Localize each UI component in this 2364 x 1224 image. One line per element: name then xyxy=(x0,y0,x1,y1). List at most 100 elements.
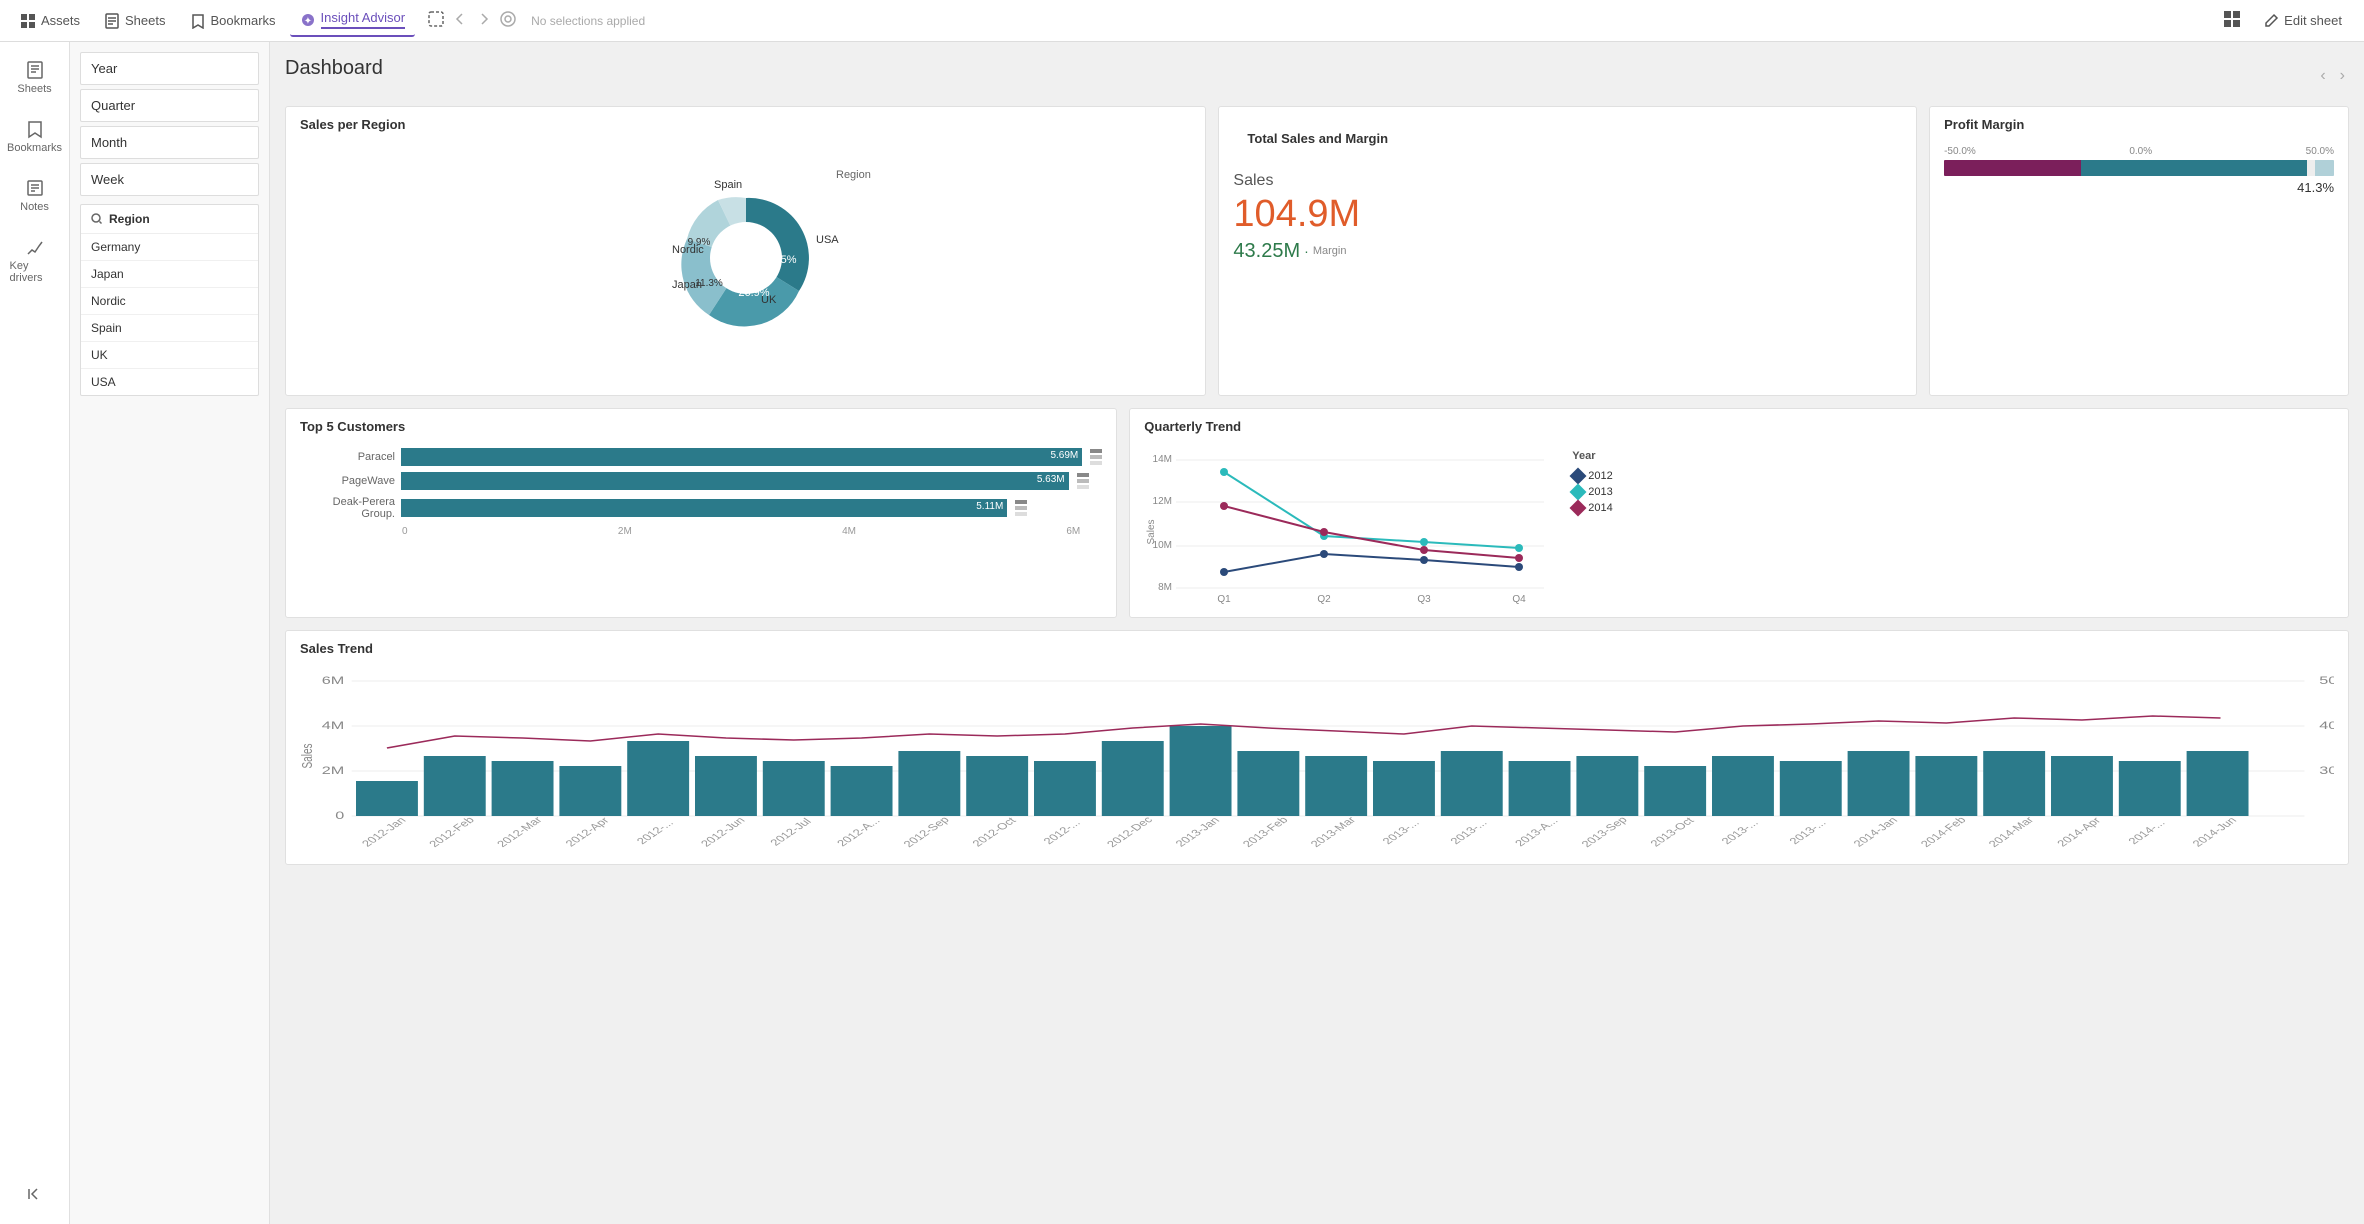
svg-text:Sales: Sales xyxy=(300,744,315,769)
filter-year[interactable]: Year xyxy=(80,52,259,85)
prev-sheet-button[interactable]: ‹ xyxy=(2316,63,2329,89)
svg-text:2M: 2M xyxy=(322,764,345,777)
profit-scale-right: 50.0% xyxy=(2306,146,2334,157)
customer-name-paracel: Paracel xyxy=(300,451,395,463)
svg-text:45.5%: 45.5% xyxy=(765,254,796,266)
customer-value-paracel: 5.69M xyxy=(1050,450,1078,461)
svg-text:Spain: Spain xyxy=(714,179,742,191)
sales-value: 104.9M xyxy=(1233,194,1902,236)
x-label-0: 0 xyxy=(402,526,408,537)
region-uk[interactable]: UK xyxy=(81,342,258,369)
svg-text:Q3: Q3 xyxy=(1418,594,1432,605)
legend-2013: 2013 xyxy=(1572,486,1612,498)
sales-per-region-title: Sales per Region xyxy=(286,107,1205,138)
filter-month[interactable]: Month xyxy=(80,126,259,159)
region-usa[interactable]: USA xyxy=(81,369,258,395)
bookmark-icon xyxy=(190,13,206,29)
content-area: Year Quarter Month Week Region Germany J… xyxy=(70,42,2364,1224)
nav-bookmarks-label: Bookmarks xyxy=(211,13,276,28)
svg-text:2014-...: 2014-... xyxy=(2126,818,2168,846)
svg-text:2013-Oct: 2013-Oct xyxy=(1648,815,1697,848)
svg-text:2013-...: 2013-... xyxy=(1448,818,1490,846)
selection-icon[interactable] xyxy=(427,10,445,31)
svg-text:2012-A...: 2012-A... xyxy=(835,816,883,849)
svg-text:2013-...: 2013-... xyxy=(1381,818,1423,846)
next-sheet-button[interactable]: › xyxy=(2336,63,2349,89)
lock-icon[interactable] xyxy=(499,10,517,31)
profit-bar-negative xyxy=(1944,160,2080,176)
svg-text:11.3%: 11.3% xyxy=(695,278,723,289)
customer-row-paracel: Paracel 5.69M xyxy=(300,448,1102,466)
time-filter-section: Year Quarter Month Week xyxy=(80,52,259,196)
region-germany[interactable]: Germany xyxy=(81,234,258,261)
no-selections-text: No selections applied xyxy=(531,14,645,28)
legend-2014: 2014 xyxy=(1572,502,1612,514)
svg-text:4M: 4M xyxy=(322,719,345,732)
svg-text:2012-Feb: 2012-Feb xyxy=(427,815,477,849)
svg-text:26.9%: 26.9% xyxy=(738,287,769,299)
quarterly-legend: Year 2012 2013 2014 xyxy=(1572,442,1612,607)
region-japan[interactable]: Japan xyxy=(81,261,258,288)
profit-bar-track xyxy=(1944,160,2334,176)
nav-sheets[interactable]: Sheets xyxy=(94,7,175,35)
svg-text:2012-Sep: 2012-Sep xyxy=(902,815,953,849)
svg-text:2012-...: 2012-... xyxy=(635,818,677,846)
forward-icon[interactable] xyxy=(475,10,493,31)
nav-insight-advisor[interactable]: ✦ Insight Advisor xyxy=(290,4,416,37)
customers-x-axis: 0 2M 4M 6M xyxy=(300,526,1102,537)
sidebar-sheets-label: Sheets xyxy=(17,83,51,95)
quarterly-trend-chart: 14M 12M 10M 8M Sales Q1 xyxy=(1144,442,1564,607)
sales-trend-title: Sales Trend xyxy=(286,631,2348,662)
region-filter-list: Region Germany Japan Nordic Spain UK USA xyxy=(80,204,259,396)
legend-2013-label: 2013 xyxy=(1588,486,1612,498)
sales-label: Sales xyxy=(1233,172,1902,190)
grid-view-button[interactable] xyxy=(2217,4,2247,37)
margin-value: 43.25M xyxy=(1233,240,1300,263)
no-selections-badge: No selections applied xyxy=(521,14,655,28)
profit-bar-highlight xyxy=(2315,160,2334,176)
filter-week[interactable]: Week xyxy=(80,163,259,196)
sidebar-item-key-drivers[interactable]: Key drivers xyxy=(5,229,65,292)
svg-text:8M: 8M xyxy=(1158,582,1172,593)
margin-value-row: 43.25M · Margin xyxy=(1233,240,1902,263)
svg-text:2013-Sep: 2013-Sep xyxy=(1580,815,1631,849)
nav-bookmarks[interactable]: Bookmarks xyxy=(180,7,286,35)
back-icon[interactable] xyxy=(451,10,469,31)
edit-sheet-button[interactable]: Edit sheet xyxy=(2251,7,2354,35)
sidebar-notes-label: Notes xyxy=(20,201,49,213)
svg-text:40: 40 xyxy=(2319,719,2334,732)
collapse-sidebar-button[interactable] xyxy=(18,1177,52,1214)
svg-text:Q2: Q2 xyxy=(1318,594,1332,605)
region-nordic[interactable]: Nordic xyxy=(81,288,258,315)
top-panels-row: Sales per Region Region xyxy=(285,106,2349,396)
customer-name-pagewave: PageWave xyxy=(300,475,395,487)
sidebar-item-notes[interactable]: Notes xyxy=(5,170,65,221)
nav-assets-label: Assets xyxy=(41,13,80,28)
middle-panels-row: Top 5 Customers Paracel 5.69M xyxy=(285,408,2349,618)
svg-text:2014-Feb: 2014-Feb xyxy=(1919,815,1969,849)
nav-assets[interactable]: Assets xyxy=(10,7,90,35)
legend-2012-label: 2012 xyxy=(1588,470,1612,482)
sidebar-item-sheets[interactable]: Sheets xyxy=(5,52,65,103)
region-spain[interactable]: Spain xyxy=(81,315,258,342)
profit-margin-panel: Profit Margin -50.0% 0.0% 50.0% 41.3% xyxy=(1929,106,2349,396)
svg-text:2013-Feb: 2013-Feb xyxy=(1241,815,1291,849)
nav-sheets-label: Sheets xyxy=(125,13,165,28)
svg-text:2012-...: 2012-... xyxy=(1042,818,1084,846)
filter-quarter[interactable]: Quarter xyxy=(80,89,259,122)
dashboard: Dashboard ‹ › Sales per Region Region xyxy=(270,42,2364,1224)
toolbar-icons xyxy=(427,10,517,31)
sidebar-item-bookmarks[interactable]: Bookmarks xyxy=(5,111,65,162)
svg-text:Sales: Sales xyxy=(1146,519,1157,544)
svg-text:2014-Apr: 2014-Apr xyxy=(2055,816,2104,849)
svg-text:Q4: Q4 xyxy=(1513,594,1527,605)
svg-text:30: 30 xyxy=(2319,764,2334,777)
nav-arrows: ‹ › xyxy=(2316,63,2349,89)
legend-year-title: Year xyxy=(1572,450,1612,462)
edit-sheet-label: Edit sheet xyxy=(2284,13,2342,28)
svg-text:2012-Mar: 2012-Mar xyxy=(495,815,545,849)
sales-trend-panel: Sales Trend 6M 4M 2M 0 50 40 30 Sales xyxy=(285,630,2349,865)
customer-value-pagewave: 5.63M xyxy=(1037,474,1065,485)
svg-text:2012-Jan: 2012-Jan xyxy=(360,816,409,849)
assets-icon xyxy=(20,13,36,29)
